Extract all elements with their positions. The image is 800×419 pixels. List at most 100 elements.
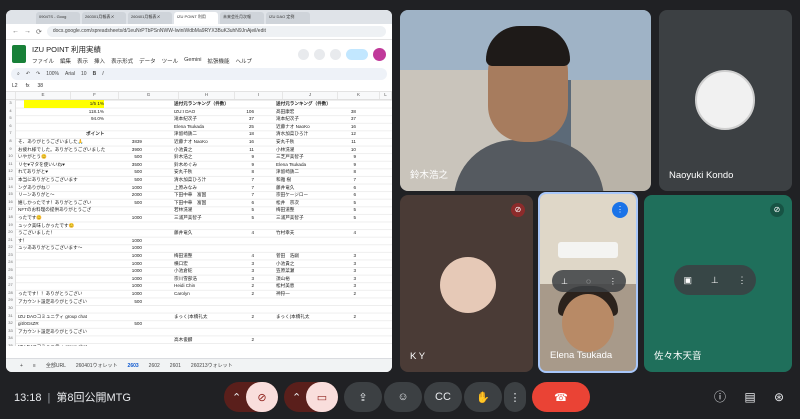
points-cell[interactable]: 1000 bbox=[126, 214, 142, 222]
sheet-tab[interactable]: 2602 bbox=[149, 363, 160, 369]
mute-participant-icon[interactable]: ◌ bbox=[586, 277, 591, 286]
message-cell[interactable]: れてありがと♥ bbox=[18, 168, 126, 176]
row-number[interactable]: 6 bbox=[6, 123, 15, 131]
browser-tab[interactable]: 0904TS - Goog bbox=[36, 12, 80, 24]
reload-icon[interactable]: ⟳ bbox=[36, 28, 42, 36]
pin-icon[interactable]: ⊥ bbox=[561, 277, 568, 286]
participant-tile-elena[interactable]: ⋮ ⊥ ◌ ⋮ Elena Tsukada bbox=[538, 192, 638, 373]
browser-tab[interactable]: 260401月報表メ bbox=[128, 12, 172, 24]
browser-tab[interactable]: 260301月報表メ bbox=[82, 12, 126, 24]
row-number[interactable]: 3 bbox=[6, 100, 15, 108]
points-cell[interactable]: 3500 bbox=[126, 161, 142, 169]
rank-name-cell[interactable]: 鈴木めぐみ bbox=[174, 161, 232, 169]
rank-name-cell[interactable]: 菅田 浩嗣 bbox=[276, 252, 334, 260]
row-number[interactable]: 10 bbox=[6, 153, 15, 161]
menu-gemini[interactable]: Gemini bbox=[184, 57, 201, 65]
message-cell[interactable]: NFTのお料理の提供ありがとうござ bbox=[18, 206, 126, 214]
rank-count-cell[interactable]: 7 bbox=[232, 176, 254, 184]
row-number[interactable]: 34 bbox=[6, 335, 15, 343]
message-cell[interactable]: うございました！ bbox=[18, 229, 126, 237]
add-sheet-icon[interactable]: + bbox=[20, 363, 23, 369]
points-cell[interactable]: 1000 bbox=[126, 244, 142, 252]
rank-count-cell[interactable]: 2 bbox=[334, 290, 356, 298]
rank-name-cell[interactable]: 髙田康宏 bbox=[276, 108, 334, 116]
points-cell[interactable]: 1000 bbox=[126, 260, 142, 268]
row-number[interactable]: 5 bbox=[6, 115, 15, 123]
menu-data[interactable]: データ bbox=[139, 57, 156, 65]
rank-name-cell[interactable]: 梅田道整 bbox=[276, 206, 334, 214]
row-number[interactable]: 23 bbox=[6, 252, 15, 260]
yellow-highlight-cell[interactable]: 1/5 1% bbox=[24, 100, 104, 108]
shared-screen[interactable]: 0904TS - Goog 260301月報表メ 260401月報表メ IZU … bbox=[6, 10, 392, 372]
participant-tile-sasaki[interactable]: ⊘ ▣ ⊥ ⋮ 佐々木天音 bbox=[644, 195, 792, 372]
rank-count-cell[interactable]: 5 bbox=[232, 214, 254, 222]
chevron-up-icon[interactable]: ⌃ bbox=[232, 391, 241, 404]
percent-cell[interactable]: 94.0% bbox=[24, 115, 104, 123]
points-cell[interactable]: 1000 bbox=[126, 290, 142, 298]
rank-count-cell[interactable]: 2 bbox=[232, 282, 254, 290]
rank-name-cell[interactable]: 下田中華 富国 bbox=[174, 199, 232, 207]
percent-cell[interactable]: 118.1% bbox=[24, 108, 104, 116]
message-cell[interactable]: す！ bbox=[18, 237, 126, 245]
cell-grid[interactable]: 3 4 5 6 7 8 9 10 11 12 13 14 15 16 17 18 19 20 21 22 23 24 25 2… bbox=[6, 100, 392, 346]
rank-count-cell[interactable]: 3 bbox=[334, 260, 356, 268]
rank-name-cell[interactable]: 横口宏 bbox=[174, 260, 232, 268]
message-cell[interactable]: 嬉しかったです！ありがとうござい bbox=[18, 199, 126, 207]
rank-name-cell[interactable]: 安丸千秋 bbox=[276, 138, 334, 146]
rank-name-cell[interactable]: 小林洗濯 bbox=[276, 146, 334, 154]
row-number[interactable]: 25 bbox=[6, 267, 15, 275]
rank-name-cell[interactable]: 若林洗濯 bbox=[174, 206, 232, 214]
chat-icon[interactable]: ▤ bbox=[739, 386, 761, 408]
message-cell[interactable]: アカウント設定ありがとうござい bbox=[18, 328, 126, 336]
account-avatar[interactable] bbox=[373, 47, 386, 61]
rank-name-cell[interactable]: まっく(本橋礼太 bbox=[276, 313, 334, 321]
participant-tile-ky[interactable]: ⊘ K Y bbox=[400, 195, 533, 372]
pin-icon[interactable]: ⊥ bbox=[711, 275, 719, 286]
participant-tile-kondo[interactable]: Naoyuki Kondo bbox=[659, 10, 792, 191]
points-cell[interactable]: 1000 bbox=[126, 237, 142, 245]
rank-count-cell[interactable]: 9 bbox=[232, 161, 254, 169]
rank-name-cell[interactable]: 上原みなみ bbox=[174, 184, 232, 192]
menu-extensions[interactable]: 拡張機能 bbox=[208, 57, 230, 65]
row-number[interactable]: 8 bbox=[6, 138, 15, 146]
rank-count-cell[interactable]: 3 bbox=[232, 275, 254, 283]
points-cell[interactable]: 500 bbox=[126, 176, 142, 184]
rank-name-cell[interactable]: 清水加菜ひろ汁 bbox=[174, 176, 232, 184]
rank-name-cell[interactable]: 三浦芦美智子 bbox=[276, 214, 334, 222]
history-icon[interactable] bbox=[298, 48, 309, 60]
rank-name-cell[interactable]: 松井 宗次 bbox=[276, 199, 334, 207]
rank-name-cell[interactable]: 和雅 樹 bbox=[276, 176, 334, 184]
font-size-select[interactable]: 10 bbox=[81, 71, 87, 77]
row-number[interactable]: 17 bbox=[6, 206, 15, 214]
all-sheets-icon[interactable]: ≡ bbox=[33, 363, 36, 369]
menu-view[interactable]: 表示 bbox=[77, 57, 88, 65]
rank-count-cell[interactable]: 9 bbox=[334, 153, 356, 161]
row-number[interactable]: 27 bbox=[6, 282, 15, 290]
menu-help[interactable]: ヘルプ bbox=[236, 57, 253, 65]
rank-count-cell[interactable]: 10 bbox=[334, 146, 356, 154]
formula-input[interactable]: 38 bbox=[37, 83, 43, 89]
message-cell[interactable]: ュッあありがとうございます～ bbox=[18, 244, 126, 252]
raise-hand-button[interactable]: ✋ bbox=[464, 382, 502, 412]
rank-name-cell[interactable]: 近藤ナオ NaoKo bbox=[276, 123, 334, 131]
row-number[interactable]: 9 bbox=[6, 146, 15, 154]
rank-count-cell[interactable]: 6 bbox=[232, 199, 254, 207]
rank-name-cell[interactable]: 梅田道整 bbox=[174, 252, 232, 260]
row-number[interactable]: 21 bbox=[6, 237, 15, 245]
rank-name-cell[interactable]: 宗川雪部浩 bbox=[174, 275, 232, 283]
sheet-tab[interactable]: 260213ウォレット bbox=[191, 362, 233, 369]
info-icon[interactable]: ⓘ bbox=[709, 386, 731, 408]
row-number[interactable]: 30 bbox=[6, 305, 15, 313]
search-icon[interactable]: ⌕ bbox=[17, 71, 20, 77]
rank-name-cell[interactable]: 小池貴之 bbox=[174, 146, 232, 154]
row-number[interactable]: 35 bbox=[6, 343, 15, 346]
menu-tools[interactable]: ツール bbox=[162, 57, 179, 65]
rank-name-cell[interactable]: 三芝戸美智子 bbox=[276, 153, 334, 161]
menu-format[interactable]: 表示形式 bbox=[111, 57, 133, 65]
message-cell[interactable]: リセ♥マタを使いいね♥ bbox=[18, 161, 126, 169]
points-cell[interactable]: 3900 bbox=[126, 146, 142, 154]
points-cell[interactable]: 1000 bbox=[126, 282, 142, 290]
row-number[interactable]: 26 bbox=[6, 275, 15, 283]
rank-name-cell[interactable]: 藤井竜久 bbox=[276, 184, 334, 192]
message-cell[interactable]: リーンありがと〜 bbox=[18, 191, 126, 199]
